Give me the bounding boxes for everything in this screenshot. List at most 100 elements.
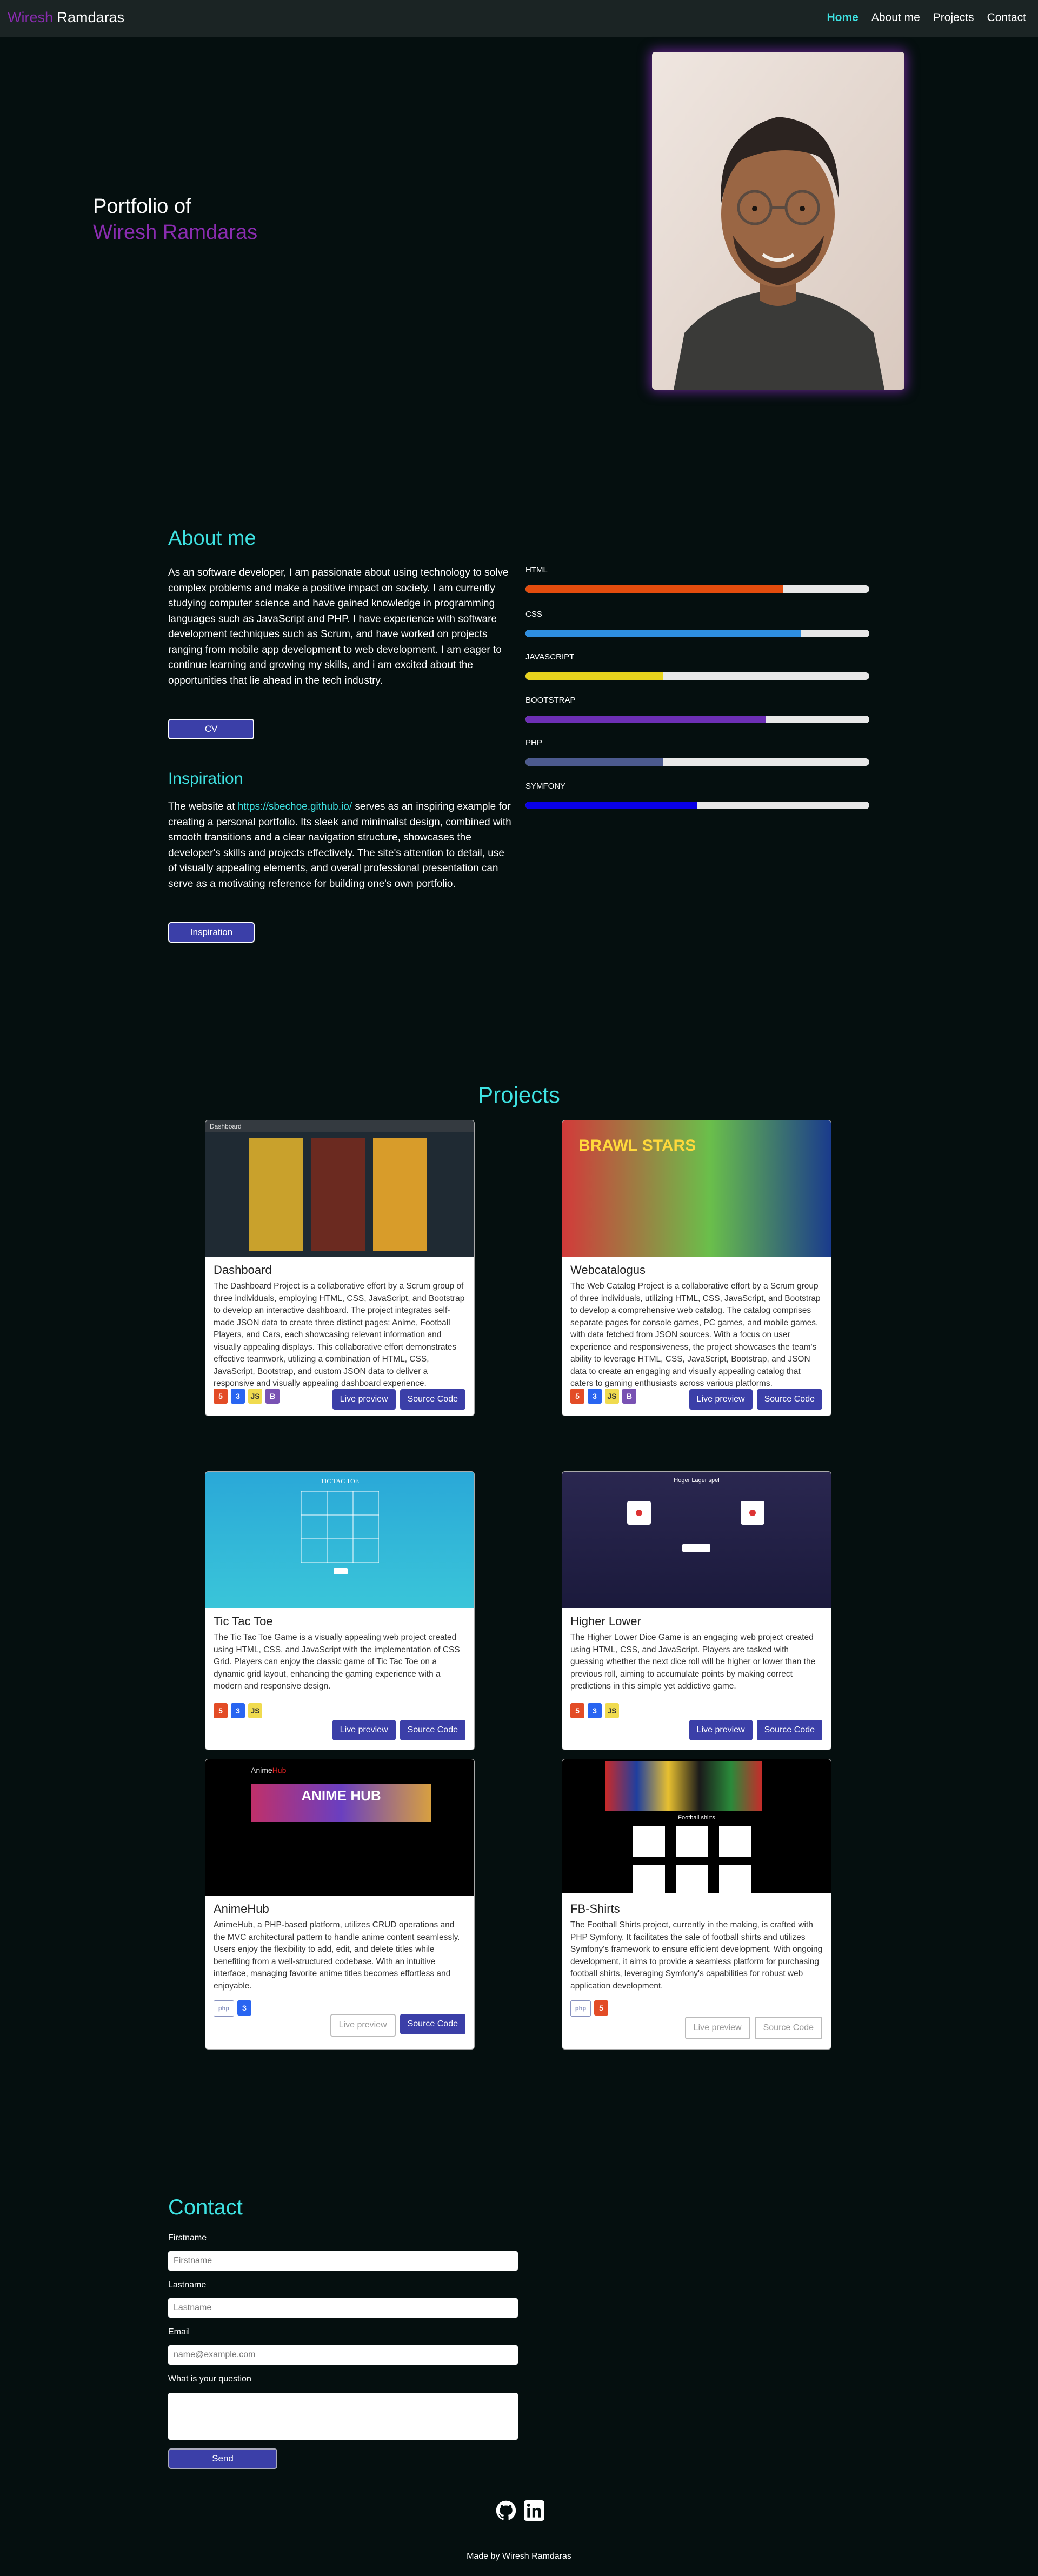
project-title-tictactoe: Tic Tac Toe	[214, 1614, 273, 1628]
lastname-label: Lastname	[168, 2280, 207, 2290]
project-desc-fbshirts: The Football Shirts project, currently i…	[570, 1920, 823, 1991]
skill-bar-css	[525, 630, 869, 637]
project-buttons-webcatalogus: Live preview Source Code	[689, 1389, 822, 1410]
cv-button[interactable]: CV	[168, 719, 254, 739]
project-screenshot-dashboard[interactable]: Dashboard	[205, 1120, 474, 1257]
linkedin-icon[interactable]	[524, 2500, 544, 2521]
project-card-webcatalogus: BRAWL STARS Webcatalogus The Web Catalog…	[562, 1120, 831, 1416]
about-text: As an software developer, I am passionat…	[168, 567, 509, 686]
nav-contact[interactable]: Contact	[987, 11, 1026, 24]
project-title-fbshirts: FB-Shirts	[570, 1902, 620, 1916]
tech-icons-tictactoe: 5 3 JS	[214, 1703, 262, 1718]
html5-icon: 5	[570, 1389, 584, 1404]
tech-icons-fbshirts: php 5	[570, 2000, 608, 2017]
nav-home[interactable]: Home	[827, 11, 859, 24]
project-card-dashboard: Dashboard Dashboard The Dashboard Projec…	[205, 1120, 475, 1416]
live-preview-button-animehub[interactable]: Live preview	[330, 2014, 396, 2037]
live-preview-button-higherlower[interactable]: Live preview	[689, 1720, 753, 1740]
project-buttons-dashboard: Live preview Source Code	[332, 1389, 465, 1410]
social-links	[496, 2500, 544, 2521]
hero-title-text: Portfolio of	[93, 195, 191, 218]
skill-fill-symfony	[525, 802, 697, 809]
project-card-higherlower: Hoger Lager spel Higher Lower The Higher…	[562, 1471, 831, 1750]
source-code-button-fbshirts[interactable]: Source Code	[754, 2017, 822, 2039]
live-preview-button-tictactoe[interactable]: Live preview	[332, 1720, 396, 1740]
javascript-icon: JS	[248, 1389, 262, 1404]
screenshot-label-fbshirts: Football shirts	[678, 1814, 715, 1821]
project-desc-tictactoe: The Tic Tac Toe Game is a visually appea…	[214, 1633, 460, 1691]
project-desc-higherlower: The Higher Lower Dice Game is an engagin…	[570, 1633, 816, 1691]
project-card-fbshirts: Football shirts FB-Shirts The Football S…	[562, 1759, 831, 2050]
screenshot-label-animehub: ANIME HUB	[301, 1787, 381, 1804]
about-heading: About me	[168, 527, 256, 550]
css3-icon: 3	[231, 1703, 245, 1718]
live-preview-button-fbshirts[interactable]: Live preview	[684, 2017, 750, 2039]
projects-heading: Projects	[478, 1082, 560, 1107]
nav-about[interactable]: About me	[871, 11, 920, 24]
inspiration-button[interactable]: Inspiration	[168, 922, 255, 943]
skill-fill-css	[525, 630, 801, 637]
contact-heading: Contact	[168, 2195, 243, 2219]
email-input[interactable]: name@example.com	[168, 2345, 518, 2365]
css3-icon: 3	[588, 1389, 602, 1404]
project-card-tictactoe: TIC TAC TOE Tic Tac Toe The Tic Tac Toe …	[205, 1471, 475, 1750]
skill-bar-bootstrap	[525, 716, 869, 723]
skill-bar-html	[525, 585, 869, 593]
inspiration-heading: Inspiration	[168, 770, 243, 788]
tictactoe-grid	[301, 1491, 379, 1563]
inspiration-text: The website at https://sbechoe.github.io…	[168, 799, 514, 892]
source-code-button-dashboard[interactable]: Source Code	[400, 1389, 465, 1410]
skill-label-php: PHP	[525, 738, 542, 748]
project-title-animehub: AnimeHub	[214, 1902, 269, 1916]
javascript-icon: JS	[605, 1389, 619, 1404]
skill-fill-html	[525, 585, 783, 593]
nav-menu: Home About me Projects Contact	[827, 11, 1026, 24]
email-label: Email	[168, 2327, 190, 2337]
brand-last: Ramdaras	[57, 9, 125, 25]
css3-icon: 3	[237, 2000, 251, 2016]
project-screenshot-fbshirts[interactable]: Football shirts	[562, 1759, 831, 1893]
brand[interactable]: Wiresh Ramdaras	[8, 9, 124, 26]
html5-icon: 5	[570, 1703, 584, 1718]
css3-icon: 3	[231, 1389, 245, 1404]
inspiration-text-before: The website at	[168, 801, 238, 812]
source-code-button-webcatalogus[interactable]: Source Code	[756, 1389, 822, 1410]
project-screenshot-tictactoe[interactable]: TIC TAC TOE	[205, 1472, 474, 1608]
tech-icons-higherlower: 5 3 JS	[570, 1703, 619, 1718]
project-screenshot-animehub[interactable]: AnimeHub ANIME HUB	[205, 1759, 474, 1896]
html5-icon: 5	[214, 1389, 228, 1404]
skill-bar-javascript	[525, 672, 869, 680]
bootstrap-icon: B	[265, 1389, 280, 1404]
inspiration-link[interactable]: https://sbechoe.github.io/	[238, 801, 352, 812]
skill-fill-javascript	[525, 672, 663, 680]
project-screenshot-higherlower[interactable]: Hoger Lager spel	[562, 1472, 831, 1608]
live-preview-button-webcatalogus[interactable]: Live preview	[689, 1389, 753, 1410]
question-textarea[interactable]	[168, 2393, 518, 2440]
inspiration-text-after: serves as an inspiring example for creat…	[168, 801, 511, 890]
nav-projects[interactable]: Projects	[933, 11, 974, 24]
brand-first: Wiresh	[8, 9, 54, 25]
github-icon[interactable]	[496, 2500, 516, 2521]
firstname-label: Firstname	[168, 2233, 207, 2243]
live-preview-button-dashboard[interactable]: Live preview	[332, 1389, 396, 1410]
hero-name: Wiresh Ramdaras	[93, 221, 258, 244]
html5-icon: 5	[214, 1703, 228, 1718]
portrait-illustration	[652, 52, 904, 390]
skill-fill-php	[525, 758, 663, 766]
php-icon: php	[570, 2000, 591, 2017]
project-screenshot-webcatalogus[interactable]: BRAWL STARS	[562, 1120, 831, 1257]
source-code-button-animehub[interactable]: Source Code	[400, 2014, 465, 2034]
project-desc-animehub: AnimeHub, a PHP-based platform, utilizes…	[214, 1920, 460, 1991]
lastname-input[interactable]: Lastname	[168, 2298, 518, 2318]
send-button[interactable]: Send	[168, 2448, 277, 2469]
profile-photo	[652, 52, 904, 390]
skill-bar-php	[525, 758, 869, 766]
navbar: Wiresh Ramdaras Home About me Projects C…	[0, 0, 1038, 37]
source-code-button-higherlower[interactable]: Source Code	[756, 1720, 822, 1740]
project-card-animehub: AnimeHub ANIME HUB AnimeHub AnimeHub, a …	[205, 1759, 475, 2050]
project-buttons-fbshirts: Live preview Source Code	[684, 2017, 822, 2039]
skill-label-symfony: SYMFONY	[525, 782, 566, 791]
php-icon: php	[214, 2000, 234, 2017]
firstname-input[interactable]: Firstname	[168, 2251, 518, 2271]
source-code-button-tictactoe[interactable]: Source Code	[400, 1720, 465, 1740]
